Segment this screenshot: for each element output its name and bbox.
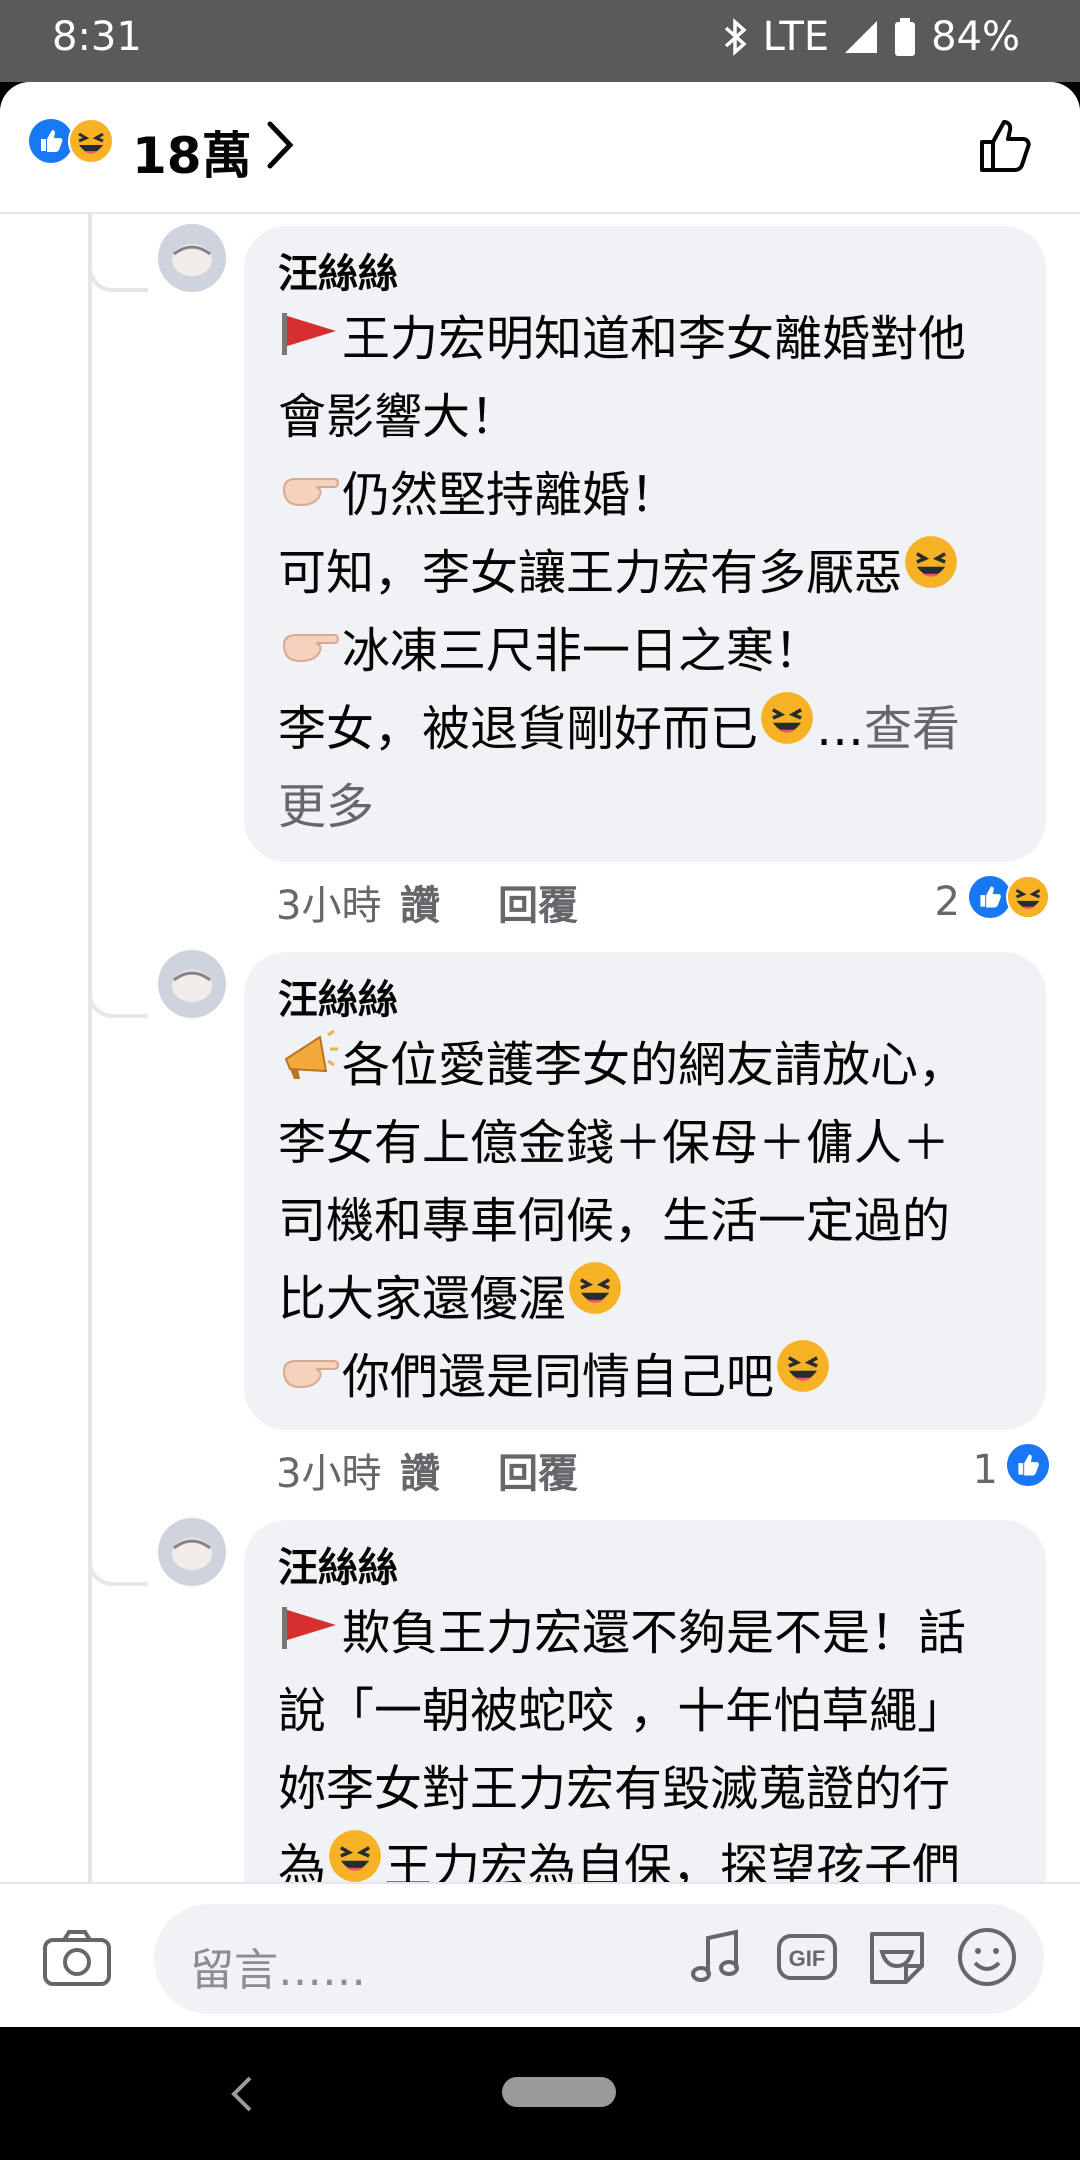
comment-line: 說「一朝被蛇咬 ，十年怕草繩」 <box>278 1683 966 1739</box>
battery-icon <box>893 17 917 57</box>
comment-actions: 3小時 讚 回覆 <box>276 1440 618 1500</box>
svg-text:GIF: GIF <box>789 1946 826 1971</box>
thread-connector <box>88 978 148 1018</box>
like-button-icon[interactable] <box>976 114 1038 180</box>
haha-icon <box>68 118 114 168</box>
comment-bubble[interactable]: 汪絲絲 王力宏明知道和李女離婚對他 會影響大！ 仍然堅持離婚！ 可知，李女讓王力… <box>244 226 1046 862</box>
battery-percent: 84% <box>931 14 1020 60</box>
clock: 8:31 <box>52 14 142 60</box>
comment-line: 司機和專車伺候，生活一定過的 <box>278 1193 951 1249</box>
comment-composer: 留言…… GIF <box>0 1882 1080 2027</box>
pointing-hand-icon <box>280 1338 340 1416</box>
comment-line: 冰凍三尺非一日之寒！ <box>278 612 1012 690</box>
comment-line: 比大家還優渥 <box>278 1260 1012 1338</box>
thread-line <box>88 214 92 1959</box>
status-bar: 8:31 LTE 84% <box>0 0 1080 82</box>
avatar[interactable] <box>158 224 226 292</box>
comment-bubble[interactable]: 汪絲絲 各位愛護李女的網友請放心， 李女有上億金錢＋保母＋傭人＋ 司機和專車伺候… <box>244 952 1046 1430</box>
music-icon[interactable] <box>686 1926 748 1992</box>
laughing-emoji-icon <box>904 534 958 612</box>
signal-icon <box>843 19 879 55</box>
system-nav-bar <box>0 2027 1080 2160</box>
comments-sheet: 18萬 汪絲絲 王力宏明知道和李女離婚對他 會影響大！ 仍然堅持離婚！ 可知，李… <box>0 82 1080 2027</box>
comment-line: 李女，被退貨剛好而已 … 查看 <box>278 690 1012 768</box>
laughing-emoji-icon <box>776 1338 830 1416</box>
comment-reaction-count: 2 <box>934 879 960 925</box>
like-button[interactable]: 讚 <box>400 873 498 931</box>
comment-reactions[interactable]: 1 <box>973 1440 1050 1500</box>
see-more-link[interactable]: 更多 <box>278 768 374 846</box>
camera-icon[interactable] <box>42 1928 112 1992</box>
like-icon <box>1006 1443 1050 1497</box>
comment-input[interactable]: 留言…… GIF <box>154 1904 1044 2014</box>
thread-connector <box>88 1546 148 1586</box>
comment-author[interactable]: 汪絲絲 <box>278 248 1012 300</box>
home-pill[interactable] <box>502 2077 616 2107</box>
status-icons: LTE 84% <box>723 14 1020 60</box>
comment-reactions[interactable]: 2 <box>935 872 1050 932</box>
see-more-link[interactable]: 查看 <box>864 690 960 768</box>
reactions-header: 18萬 <box>0 82 1080 214</box>
comment-line: 更多 <box>278 768 1012 846</box>
emoji-icon[interactable] <box>956 1926 1018 1992</box>
comment-actions: 3小時 讚 回覆 <box>276 872 618 932</box>
megaphone-icon <box>280 1026 340 1104</box>
network-label: LTE <box>762 14 830 60</box>
laughing-emoji-icon <box>568 1260 622 1338</box>
comment-line: 仍然堅持離婚！ <box>278 456 1012 534</box>
comment-author[interactable]: 汪絲絲 <box>278 1542 1012 1594</box>
gif-icon[interactable]: GIF <box>776 1926 838 1992</box>
reaction-summary[interactable] <box>28 118 114 168</box>
chevron-right-icon[interactable] <box>262 120 296 174</box>
red-flag-icon <box>280 1594 340 1672</box>
comment-time: 3小時 <box>276 1451 382 1497</box>
comment-line: 你們還是同情自己吧 <box>278 1338 1012 1416</box>
pointing-hand-icon <box>280 612 340 690</box>
thread-connector <box>88 252 148 292</box>
composer-icons: GIF <box>686 1926 1018 1992</box>
comment-time: 3小時 <box>276 883 382 929</box>
back-icon[interactable] <box>228 2071 256 2125</box>
sticker-icon[interactable] <box>866 1926 928 1992</box>
comment-reaction-count: 1 <box>972 1447 998 1493</box>
avatar[interactable] <box>158 1518 226 1586</box>
reaction-count[interactable]: 18萬 <box>132 116 252 188</box>
avatar[interactable] <box>158 950 226 1018</box>
haha-icon <box>1006 875 1050 929</box>
reply-button[interactable]: 回覆 <box>498 1441 618 1499</box>
comment-line: 各位愛護李女的網友請放心， <box>278 1026 1012 1104</box>
comment-line: 會影響大！ <box>278 389 519 445</box>
reply-button[interactable]: 回覆 <box>498 873 618 931</box>
like-button[interactable]: 讚 <box>400 1441 498 1499</box>
bluetooth-icon <box>723 18 749 56</box>
comment-line: 王力宏明知道和李女離婚對他 <box>278 300 1012 378</box>
comment-line: 欺負王力宏還不夠是不是！話 <box>278 1594 1012 1672</box>
comment-author[interactable]: 汪絲絲 <box>278 974 1012 1026</box>
pointing-hand-icon <box>280 456 340 534</box>
red-flag-icon <box>280 300 340 378</box>
comment-input-placeholder: 留言…… <box>190 1945 366 1996</box>
comment-line: 李女有上億金錢＋保母＋傭人＋ <box>278 1115 951 1171</box>
comment-line: 妳李女對王力宏有毀滅蒐證的行 <box>278 1761 951 1817</box>
laughing-emoji-icon <box>760 690 814 768</box>
comment-line: 可知，李女讓王力宏有多厭惡 <box>278 534 1012 612</box>
